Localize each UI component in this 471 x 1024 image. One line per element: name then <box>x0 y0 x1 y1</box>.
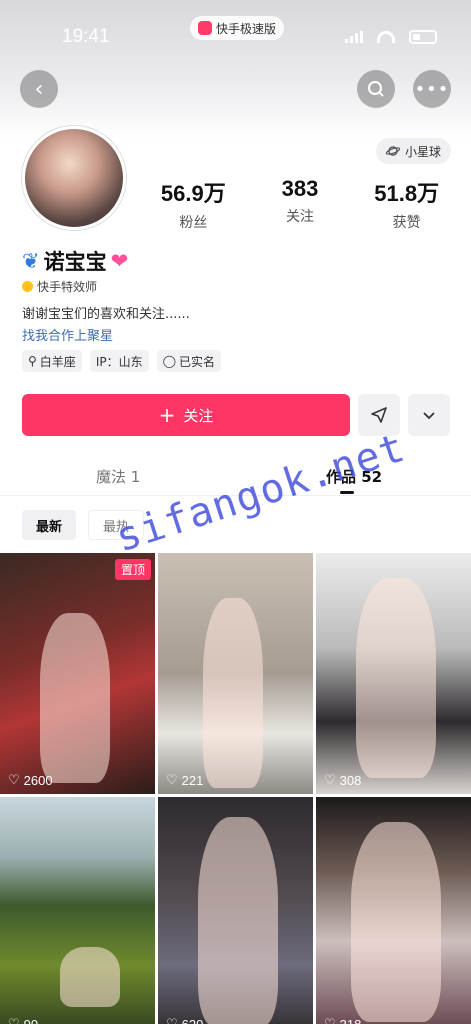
status-time: 19:41 <box>62 26 110 47</box>
planet-icon <box>386 146 400 156</box>
likes-count: ♡ 2600 <box>8 772 53 788</box>
heart-icon: ♡ <box>8 1016 20 1024</box>
likes-value: 308 <box>339 772 362 788</box>
wifi-icon <box>377 31 395 43</box>
follow-button[interactable]: + 关注 <box>22 394 350 436</box>
sort-latest-button[interactable]: 最新 <box>22 510 77 540</box>
role-label: 快手特效师 <box>37 280 98 294</box>
expand-button[interactable] <box>408 394 450 436</box>
likes-value: 620 <box>181 1016 204 1024</box>
profile-stats: 56.9万 粉丝 383 关注 51.8万 获赞 <box>140 176 460 232</box>
search-icon <box>368 81 384 97</box>
planet-badge[interactable]: 小星球 <box>376 138 452 164</box>
heart-icon: ♡ <box>324 772 336 787</box>
plus-icon: + <box>158 403 176 427</box>
video-thumbnail[interactable]: ♡ 318 <box>316 797 471 1024</box>
active-tab-indicator <box>340 491 354 494</box>
stat-fans[interactable]: 56.9万 粉丝 <box>140 176 247 232</box>
planet-label: 小星球 <box>405 144 442 159</box>
stat-label: 关注 <box>286 209 314 225</box>
thumbnail-figure <box>198 817 278 1024</box>
heart-icon: ♡ <box>324 1016 336 1024</box>
role-badge-icon <box>22 281 33 292</box>
tag-label: 白羊座 <box>39 354 76 369</box>
profile-name: ❦ 诺宝宝 ❤ <box>22 246 128 276</box>
app-badge[interactable]: 快手极速版 <box>190 16 285 40</box>
back-button[interactable]: ‹ <box>20 70 58 108</box>
signal-icon <box>345 31 363 43</box>
collab-link[interactable]: 找我合作上聚星 <box>22 325 113 344</box>
likes-value: 221 <box>181 772 204 788</box>
app-badge-label: 快手极速版 <box>216 21 277 36</box>
stat-value: 51.8万 <box>374 181 440 206</box>
tag-label: IP：山东 <box>95 354 143 369</box>
zodiac-icon: ⚲ <box>28 354 37 368</box>
stat-following[interactable]: 383 关注 <box>247 176 354 232</box>
likes-count: ♡ 318 <box>324 1016 361 1024</box>
likes-count: ♡ 90 <box>8 1016 38 1024</box>
tag-zodiac[interactable]: ⚲ 白羊座 <box>22 350 82 372</box>
heart-icon: ♡ <box>166 1016 178 1024</box>
battery-icon <box>409 30 437 44</box>
more-button[interactable]: ••• <box>413 70 451 108</box>
thumbnail-figure <box>356 578 436 778</box>
tag-label: 已实名 <box>179 354 216 369</box>
thumbnail-figure <box>203 598 263 788</box>
creator-role[interactable]: 快手特效师 <box>22 278 97 295</box>
thumbnail-figure <box>40 613 110 783</box>
video-thumbnail[interactable]: ♡ 221 <box>158 553 313 794</box>
thumbnail-figure <box>60 947 120 1007</box>
chevron-left-icon: ‹ <box>34 76 44 102</box>
status-bar: 19:41 快手极速版 <box>0 0 471 70</box>
heart-icon: ♡ <box>8 772 20 787</box>
avatar[interactable] <box>22 126 126 230</box>
profile-name-text: 诺宝宝 <box>43 250 107 274</box>
likes-count: ♡ 308 <box>324 772 361 788</box>
stat-value: 383 <box>281 176 319 201</box>
likes-value: 90 <box>23 1016 39 1024</box>
butterfly-icon: ❦ <box>22 249 40 273</box>
send-icon <box>371 407 387 423</box>
shield-icon: ◯ <box>162 354 177 368</box>
stat-label: 获赞 <box>392 215 421 231</box>
heart-icon: ♡ <box>166 772 178 787</box>
pinned-badge: 置顶 <box>114 559 151 580</box>
stat-label: 粉丝 <box>179 215 208 231</box>
tag-ip: IP：山东 <box>89 350 149 372</box>
follow-label: 关注 <box>183 406 214 425</box>
likes-count: ♡ 221 <box>166 772 203 788</box>
likes-count: ♡ 620 <box>166 1016 203 1024</box>
stat-value: 56.9万 <box>160 181 226 206</box>
thumbnail-figure <box>351 822 441 1022</box>
stat-likes[interactable]: 51.8万 获赞 <box>353 176 460 232</box>
profile-tags: ⚲ 白羊座 IP：山东 ◯ 已实名 <box>22 350 222 372</box>
hearts-icon: ❤ <box>110 249 129 273</box>
video-thumbnail[interactable]: 置顶 ♡ 2600 <box>0 553 155 794</box>
bio-text: 谢谢宝宝们的喜欢和关注...... <box>22 307 190 322</box>
search-button[interactable] <box>357 70 395 108</box>
status-icons <box>345 30 437 44</box>
likes-value: 318 <box>339 1016 362 1024</box>
kuaishou-logo-icon <box>198 21 212 35</box>
chevron-down-icon <box>423 412 435 420</box>
tab-magic[interactable]: 魔法 1 <box>96 466 140 487</box>
more-dots-icon: ••• <box>414 78 450 100</box>
likes-value: 2600 <box>23 772 53 788</box>
video-thumbnail[interactable]: ♡ 620 <box>158 797 313 1024</box>
video-thumbnail[interactable]: ♡ 90 <box>0 797 155 1024</box>
tag-verified: ◯ 已实名 <box>156 350 222 372</box>
video-thumbnail[interactable]: ♡ 308 <box>316 553 471 794</box>
